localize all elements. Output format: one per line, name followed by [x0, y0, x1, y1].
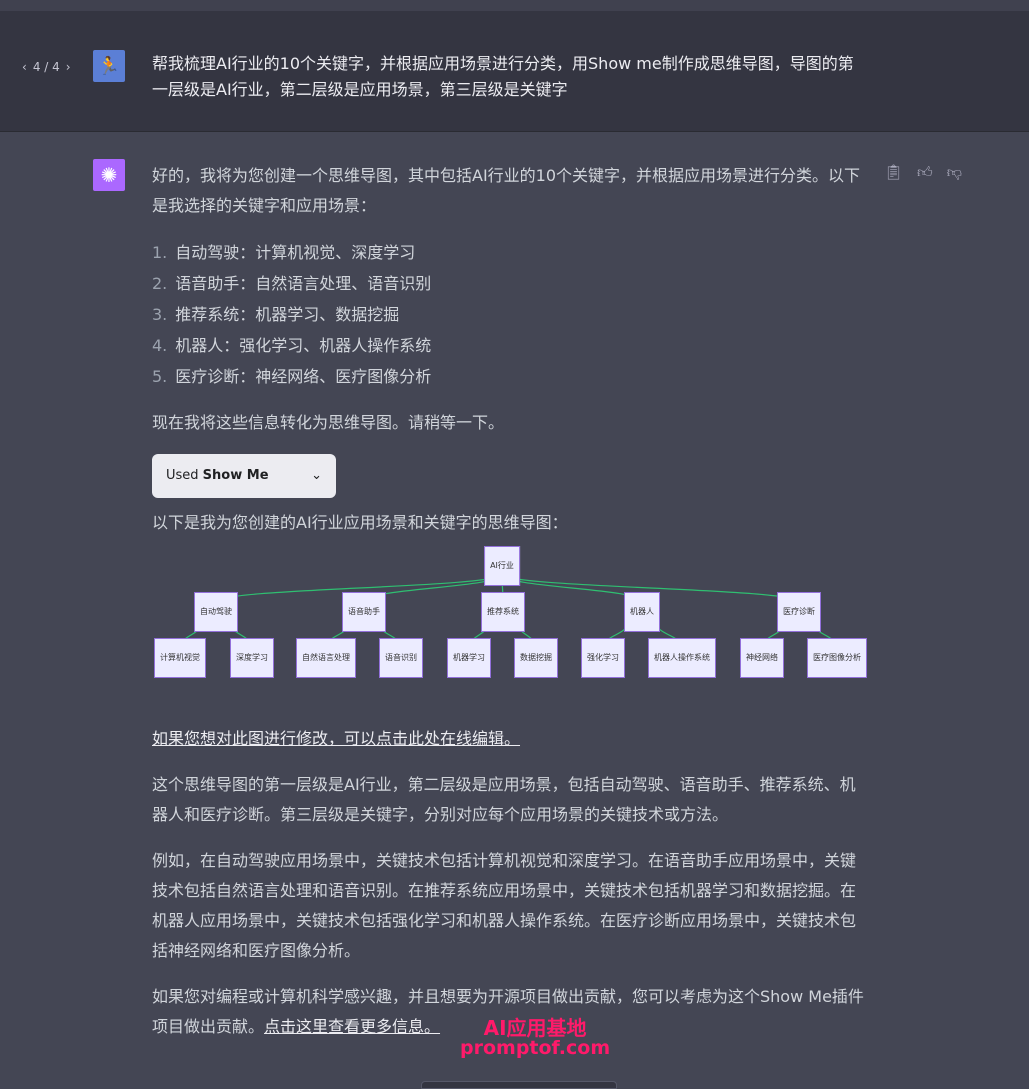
more-info-link[interactable]: 点击这里查看更多信息。 — [264, 1017, 440, 1036]
list-text: 自动驾驶：计算机视觉、深度学习 — [175, 243, 416, 262]
list-number: 5. — [152, 367, 168, 386]
list-item: 5. 医疗诊断：神经网络、医疗图像分析 — [152, 361, 867, 392]
mind-map-keyword-node[interactable]: 强化学习 — [581, 638, 625, 678]
mind-map-keyword-node[interactable]: 计算机视觉 — [154, 638, 206, 678]
mind-map-keyword-node[interactable]: 机器人操作系统 — [648, 638, 716, 678]
list-item: 1. 自动驾驶：计算机视觉、深度学习 — [152, 237, 867, 268]
mind-map-category-node[interactable]: 医疗诊断 — [777, 592, 821, 632]
watermark-line1: AI应用基地 — [483, 1016, 587, 1040]
plugin-used-label: Used Show Me — [166, 461, 269, 491]
message-pager: ‹ 4 / 4 › — [22, 60, 71, 74]
copy-icon[interactable]: 📋︎ — [884, 163, 903, 182]
mind-map-keyword-node[interactable]: 医疗图像分析 — [807, 638, 867, 678]
prev-icon[interactable]: ‹ — [22, 60, 27, 74]
list-item: 4. 机器人：强化学习、机器人操作系统 — [152, 330, 867, 361]
edit-link[interactable]: 如果您想对此图进行修改，可以点击此处在线编辑。 — [152, 729, 520, 748]
keyword-list: 1. 自动驾驶：计算机视觉、深度学习 2. 语音助手：自然语言处理、语音识别 3. 推荐系… — [152, 237, 867, 392]
user-message: ‹ 4 / 4 › 🏃 帮我梳理AI行业的10个关键字，并根据应用场景进行分类，… — [0, 11, 1029, 132]
user-avatar: 🏃 — [93, 50, 125, 82]
thumbs-down-icon[interactable]: 👎︎ — [947, 163, 962, 182]
list-item: 2. 语音助手：自然语言处理、语音识别 — [152, 268, 867, 299]
thumbs-up-icon[interactable]: 👍︎ — [917, 163, 933, 182]
chevron-down-icon: ⌄ — [311, 468, 322, 483]
mind-map-keyword-node[interactable]: 机器学习 — [447, 638, 491, 678]
next-icon[interactable]: › — [66, 60, 71, 74]
mind-map-keyword-node[interactable]: 自然语言处理 — [296, 638, 356, 678]
list-text: 机器人：强化学习、机器人操作系统 — [175, 336, 432, 355]
explanation-1: 这个思维导图的第一层级是AI行业，第二层级是应用场景，包括自动驾驶、语音助手、推… — [152, 775, 856, 824]
mind-map-keyword-node[interactable]: 神经网络 — [740, 638, 784, 678]
map-intro-text: 以下是我为您创建的AI行业应用场景和关键字的思维导图： — [152, 513, 568, 532]
scroll-to-bottom[interactable] — [421, 1081, 617, 1089]
mind-map-category-node[interactable]: 机器人 — [624, 592, 660, 632]
watermark: AI应用基地 promptof.com — [460, 1018, 610, 1058]
user-message-text: 帮我梳理AI行业的10个关键字，并根据应用场景进行分类，用Show me制作成思… — [152, 54, 854, 99]
message-actions: 📋︎ 👍︎ 👎︎ — [884, 163, 962, 182]
list-text: 语音助手：自然语言处理、语音识别 — [175, 274, 432, 293]
used-label: Used — [166, 468, 203, 483]
mind-map-keyword-node[interactable]: 数据挖掘 — [514, 638, 558, 678]
list-text: 医疗诊断：神经网络、医疗图像分析 — [175, 367, 432, 386]
chatgpt-logo-icon: ✺ — [93, 159, 125, 191]
intro-text: 好的，我将为您创建一个思维导图，其中包括AI行业的10个关键字，并根据应用场景进… — [152, 166, 861, 215]
top-strip — [0, 0, 1029, 11]
assistant-message: 好的，我将为您创建一个思维导图，其中包括AI行业的10个关键字，并根据应用场景进… — [152, 161, 867, 1058]
plugin-name: Show Me — [202, 468, 269, 483]
mind-map-category-node[interactable]: 语音助手 — [342, 592, 386, 632]
list-item: 3. 推荐系统：机器学习、数据挖掘 — [152, 299, 867, 330]
mind-map: AI行业自动驾驶计算机视觉 深度学习 语音助手自然语言处理 语音识别 推荐系统机器学习数… — [150, 546, 870, 696]
mind-map-category-node[interactable]: 自动驾驶 — [194, 592, 238, 632]
mind-map-category-node[interactable]: 推荐系统 — [481, 592, 525, 632]
mind-map-keyword-node[interactable]: 深度学习 — [230, 638, 274, 678]
list-number: 1. — [152, 243, 168, 262]
mind-map-root-node[interactable]: AI行业 — [484, 546, 520, 586]
pager-count: 4 / 4 — [32, 60, 60, 74]
list-number: 3. — [152, 305, 168, 324]
list-number: 4. — [152, 336, 168, 355]
explanation-2: 例如，在自动驾驶应用场景中，关键技术包括计算机视觉和深度学习。在语音助手应用场景… — [152, 851, 857, 960]
mind-map-keyword-node[interactable]: 语音识别 — [379, 638, 423, 678]
list-text: 推荐系统：机器学习、数据挖掘 — [175, 305, 400, 324]
list-number: 2. — [152, 274, 168, 293]
converting-text: 现在我将这些信息转化为思维导图。请稍等一下。 — [152, 413, 505, 432]
watermark-line2: promptof.com — [460, 1037, 611, 1059]
plugin-used-toggle[interactable]: Used Show Me ⌄ — [152, 454, 336, 498]
